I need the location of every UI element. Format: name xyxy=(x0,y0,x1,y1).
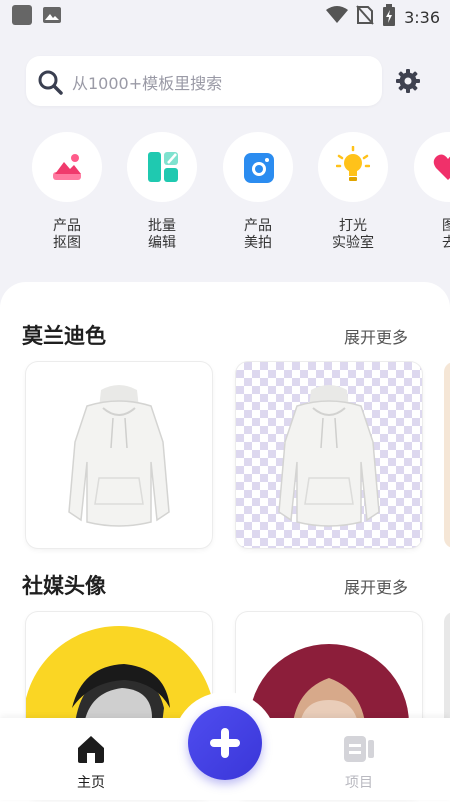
projects-icon xyxy=(342,736,376,768)
tool-label-line2: 编辑 xyxy=(148,235,176,251)
tools-row: 产品 抠图 批量 编辑 产品 美拍 打光 实验室 图去 xyxy=(0,132,450,262)
tool-label-line1: 批量 xyxy=(148,218,176,234)
tool-label-line2: 美拍 xyxy=(244,235,272,251)
tool-label-line2: 抠图 xyxy=(53,235,81,251)
tool-label-line1: 打光 xyxy=(339,218,367,234)
tool-image-remove[interactable]: 图去 xyxy=(404,132,450,252)
light-bulb-icon xyxy=(335,145,371,188)
search-input[interactable]: 从1000+模板里搜索 xyxy=(26,56,382,106)
home-icon xyxy=(75,736,107,768)
nav-projects-label: 项目 xyxy=(345,775,373,791)
status-bar: 3:36 xyxy=(0,0,450,32)
nav-home-label: 主页 xyxy=(77,775,105,791)
battery-icon xyxy=(382,4,396,30)
plus-icon xyxy=(209,727,241,763)
hoodie-cutout-image xyxy=(269,382,389,536)
tool-product-photo[interactable]: 产品 美拍 xyxy=(213,132,303,252)
search-icon xyxy=(37,69,63,99)
search-placeholder: 从1000+模板里搜索 xyxy=(72,74,223,93)
expand-more-link[interactable]: 展开更多 xyxy=(344,324,408,348)
nav-projects[interactable]: 项目 xyxy=(324,734,394,792)
tool-lighting-lab[interactable]: 打光 实验室 xyxy=(308,132,398,252)
template-card-peek[interactable] xyxy=(444,362,450,548)
mountain-image-icon xyxy=(51,152,83,186)
tool-batch-edit[interactable]: 批量 编辑 xyxy=(117,132,207,252)
tool-label-line1: 图 xyxy=(442,218,450,234)
section-title: 莫兰迪色 xyxy=(22,324,106,348)
no-sim-icon xyxy=(356,5,374,29)
image-notification-icon xyxy=(42,5,62,25)
tool-label-line2: 实验室 xyxy=(332,235,374,251)
create-button[interactable] xyxy=(188,706,262,780)
template-card[interactable] xyxy=(26,362,212,548)
grid-edit-icon xyxy=(147,151,179,187)
gear-icon[interactable] xyxy=(395,68,421,98)
hoodie-image xyxy=(59,382,179,536)
section-title: 社媒头像 xyxy=(22,574,106,598)
wifi-icon xyxy=(326,6,349,28)
clock: 3:36 xyxy=(404,7,440,27)
tool-label-line1: 产品 xyxy=(244,218,272,234)
heart-icon xyxy=(432,152,450,186)
camera-icon xyxy=(243,152,275,188)
expand-more-link[interactable]: 展开更多 xyxy=(344,574,408,598)
tool-product-cutout[interactable]: 产品 抠图 xyxy=(22,132,112,252)
nav-home[interactable]: 主页 xyxy=(56,734,126,792)
app-notification-icon xyxy=(12,5,32,25)
tool-label-line1: 产品 xyxy=(53,218,81,234)
tool-label-line2: 去 xyxy=(442,235,450,251)
template-card[interactable] xyxy=(236,362,422,548)
